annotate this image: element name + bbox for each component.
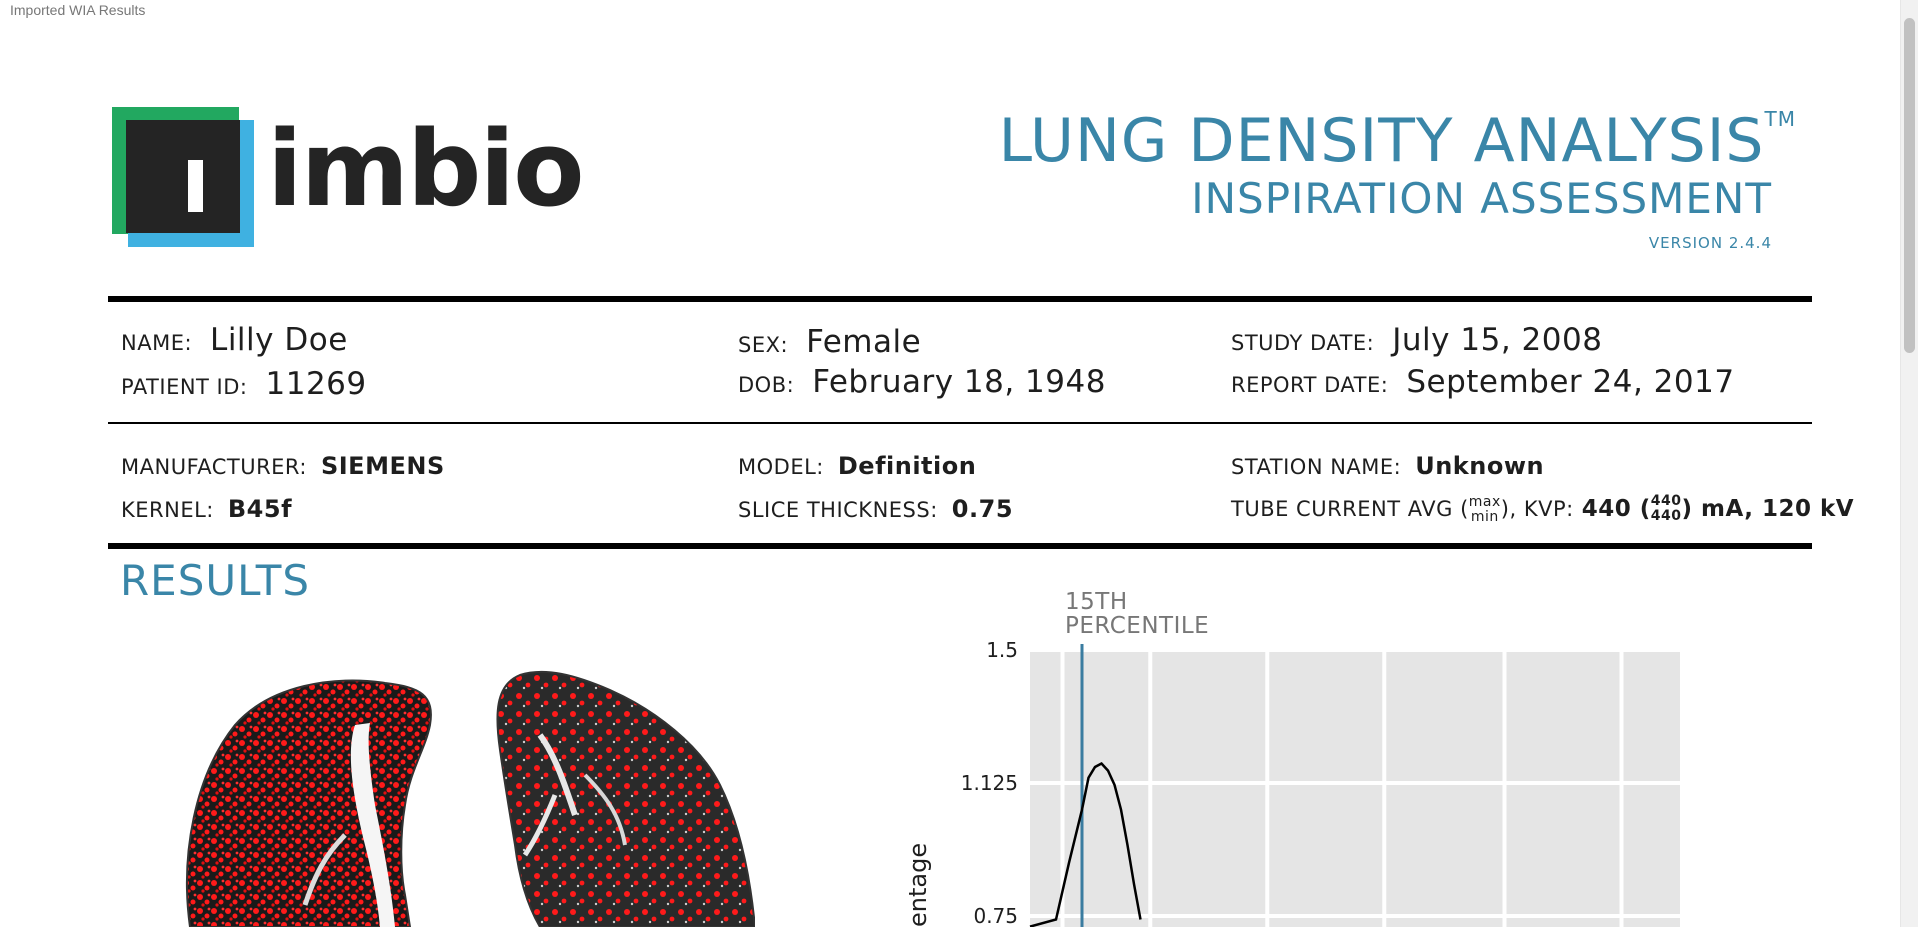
slice-thickness-field: SLICE THICKNESS: 0.75 — [738, 495, 1013, 523]
slice-thickness-label: SLICE THICKNESS: — [738, 498, 938, 522]
left-lung — [186, 679, 432, 927]
density-histogram-chart: 1.5 1.125 0.75 entage — [904, 638, 1680, 927]
scrollbar-thumb[interactable] — [1904, 18, 1915, 353]
y-tick-label: 0.75 — [973, 904, 1018, 927]
report-version: VERSION 2.4.4 — [1648, 234, 1772, 252]
tube-label-suffix: ), KVP: — [1500, 496, 1574, 521]
model-label: MODEL: — [738, 455, 824, 479]
sex-field: SEX: Female — [738, 324, 921, 360]
kernel-field: KERNEL: B45f — [121, 495, 292, 523]
trademark-symbol: TM — [1764, 107, 1796, 131]
report-subtitle: INSPIRATION ASSESSMENT — [1191, 174, 1772, 223]
right-lung — [496, 670, 755, 927]
report-header: LUNG DENSITY ANALYSISTM INSPIRATION ASSE… — [999, 100, 1796, 252]
tube-label-prefix: TUBE CURRENT AVG ( — [1231, 496, 1469, 521]
tube-current-field: TUBE CURRENT AVG (max min), KVP: 440 (440 4… — [1231, 494, 1854, 525]
model-value: Definition — [837, 452, 977, 480]
patient-name-value: Lilly Doe — [210, 322, 348, 358]
chart-y-axis-label: entage — [904, 843, 932, 927]
kernel-value: B45f — [227, 495, 293, 523]
report-title-text: LUNG DENSITY ANALYSIS — [998, 106, 1765, 176]
tube-label-fraction: max min — [1468, 493, 1501, 525]
logo-wordmark: imbio — [267, 108, 585, 230]
tube-value-fraction: 440 440 — [1651, 494, 1682, 524]
tube-value-max: 440 — [1650, 493, 1682, 509]
divider-top — [108, 296, 1812, 302]
results-heading: RESULTS — [120, 556, 311, 605]
divider-bottom — [108, 543, 1812, 549]
patient-name-field: NAME: Lilly Doe — [121, 322, 348, 358]
tube-value-min: 440 — [1650, 508, 1682, 524]
report-title: LUNG DENSITY ANALYSISTM — [999, 100, 1796, 174]
patient-name-label: NAME: — [121, 331, 193, 355]
tube-current-value: 440 (440 440) mA, 120 kV — [1581, 494, 1855, 524]
y-tick-label: 1.5 — [986, 638, 1018, 662]
tube-value-suffix: ) mA, 120 kV — [1681, 495, 1855, 522]
tube-label-max: max — [1468, 493, 1501, 510]
station-name-label: STATION NAME: — [1231, 455, 1402, 479]
chart-plot-area — [1030, 650, 1680, 927]
report-date-value: September 24, 2017 — [1406, 364, 1735, 400]
lung-ct-svg — [186, 670, 755, 927]
manufacturer-field: MANUFACTURER: SIEMENS — [121, 452, 445, 480]
tube-value-prefix: 440 ( — [1581, 495, 1651, 522]
dob-field: DOB: February 18, 1948 — [738, 364, 1106, 400]
sex-label: SEX: — [738, 333, 789, 357]
dob-value: February 18, 1948 — [812, 364, 1106, 400]
model-field: MODEL: Definition — [738, 452, 976, 480]
station-name-value: Unknown — [1415, 452, 1545, 480]
kernel-label: KERNEL: — [121, 498, 214, 522]
logo-bar-icon — [188, 160, 203, 212]
y-tick-label: 1.125 — [961, 771, 1018, 795]
divider-middle — [108, 422, 1812, 424]
report-date-label: REPORT DATE: — [1231, 373, 1389, 397]
patient-id-field: PATIENT ID: 11269 — [121, 366, 367, 402]
patient-id-label: PATIENT ID: — [121, 375, 248, 399]
slice-thickness-value: 0.75 — [951, 495, 1014, 523]
study-date-value: July 15, 2008 — [1392, 322, 1603, 358]
patient-id-value: 11269 — [265, 366, 367, 402]
sex-value: Female — [806, 324, 922, 360]
tube-label-min: min — [1470, 508, 1499, 525]
chart-y-ticks: 1.5 1.125 0.75 — [961, 638, 1018, 927]
manufacturer-value: SIEMENS — [320, 452, 445, 480]
station-name-field: STATION NAME: Unknown — [1231, 452, 1544, 480]
window-title: Imported WIA Results — [10, 2, 146, 18]
dob-label: DOB: — [738, 373, 795, 397]
study-date-field: STUDY DATE: July 15, 2008 — [1231, 322, 1602, 358]
lung-ct-image — [155, 655, 755, 927]
vertical-scrollbar[interactable] — [1900, 0, 1918, 927]
tube-current-label: TUBE CURRENT AVG (max min), KVP: — [1231, 494, 1574, 524]
report-date-field: REPORT DATE: September 24, 2017 — [1231, 364, 1735, 400]
study-date-label: STUDY DATE: — [1231, 331, 1375, 355]
logo-dark-square — [126, 120, 240, 233]
imbio-logo: imbio — [112, 107, 585, 252]
manufacturer-label: MANUFACTURER: — [121, 455, 307, 479]
